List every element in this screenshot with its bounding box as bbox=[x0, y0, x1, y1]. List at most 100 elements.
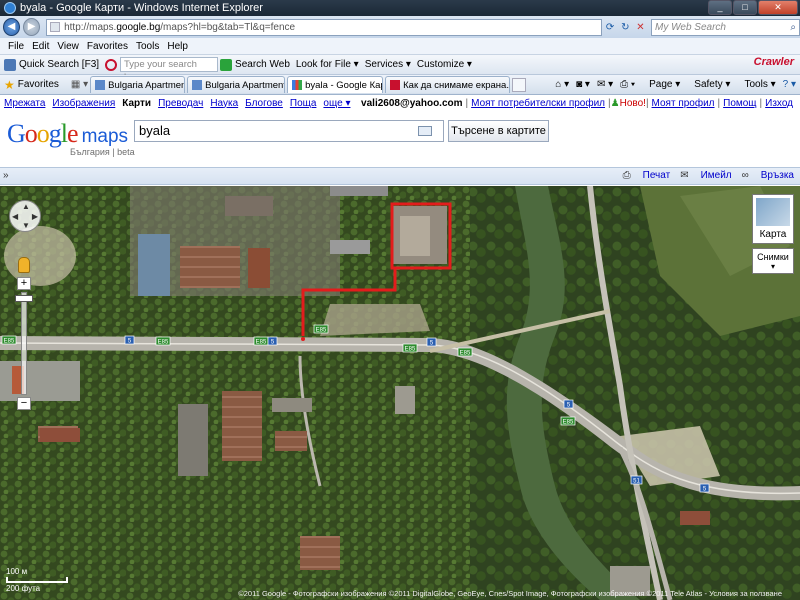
window-titlebar: byala - Google Карти - Windows Internet … bbox=[0, 0, 800, 16]
crawler-logo: Crawler bbox=[753, 56, 794, 68]
tab-bulgaria-apartments-2[interactable]: Bulgaria Apartments::Cont... bbox=[187, 76, 286, 93]
gbar-link-images[interactable]: Изображения bbox=[52, 98, 115, 109]
link-link[interactable]: ∞ Връзка bbox=[742, 170, 794, 181]
map-thumbnail bbox=[756, 198, 790, 226]
customize-button[interactable]: Customize ▾ bbox=[417, 59, 472, 70]
home-icon[interactable]: ⌂ ▾ bbox=[555, 79, 569, 90]
road-number-label: 5 bbox=[426, 337, 437, 347]
gbar-link-mail[interactable]: Поща bbox=[290, 98, 317, 109]
search-web-button[interactable]: Search Web bbox=[220, 58, 290, 71]
map-type-button[interactable]: Карта bbox=[752, 194, 794, 244]
help-icon[interactable]: ? ▾ bbox=[783, 79, 796, 90]
services-label: Services bbox=[364, 59, 404, 70]
favorites-button[interactable]: Favorites bbox=[18, 79, 59, 90]
tab-screenshot-article[interactable]: Как да снимаме екрана. /... bbox=[385, 76, 511, 93]
tools-menu[interactable]: Tools ▾ bbox=[737, 79, 775, 90]
my-profile-link[interactable]: Моят профил bbox=[652, 98, 715, 109]
toolbar-logo-icon bbox=[105, 58, 118, 71]
new-badge[interactable]: Ново! bbox=[620, 98, 646, 109]
print-icon[interactable]: ⎙ ▾ bbox=[620, 79, 635, 90]
search-web-icon bbox=[220, 58, 233, 71]
url-field[interactable]: http://maps. google.bg/maps?hl=bg&tab=Tl&… bbox=[46, 18, 602, 36]
menu-view[interactable]: View bbox=[57, 41, 79, 52]
route-e85-label: E85 bbox=[155, 336, 171, 346]
expand-panel-icon[interactable]: » bbox=[3, 170, 9, 181]
photos-button[interactable]: Снимки ▾ bbox=[752, 248, 794, 274]
street-view-pegman-icon[interactable] bbox=[18, 257, 30, 273]
print-link[interactable]: ⎙ Печат bbox=[623, 170, 671, 181]
safety-menu[interactable]: Safety ▾ bbox=[687, 79, 730, 90]
route-label-text: E85 bbox=[256, 340, 267, 346]
pan-down-icon[interactable]: ▼ bbox=[22, 221, 30, 230]
route-e85-label: E85 bbox=[457, 347, 473, 357]
satellite-map[interactable]: E85 E85 E85 E85 E85 E85 E85 5 5 5 5 5 51… bbox=[0, 186, 800, 600]
maps-search-input[interactable]: byala bbox=[134, 120, 444, 142]
search-icon[interactable]: ⌕ bbox=[790, 22, 796, 33]
tab-bulgaria-apartments-1[interactable]: Bulgaria Apartments::Cont... bbox=[90, 76, 186, 93]
pan-up-icon[interactable]: ▲ bbox=[22, 202, 30, 211]
url-prefix: http://maps. bbox=[64, 21, 117, 33]
tab-label: Как да снимаме екрана. /... bbox=[403, 79, 509, 91]
favorites-star-icon[interactable]: ★ bbox=[4, 78, 15, 92]
gbar-link-scholar[interactable]: Наука bbox=[210, 98, 238, 109]
compat-view-icon[interactable]: ⟳ bbox=[604, 20, 617, 35]
quick-search-button[interactable]: Quick Search [F3] bbox=[4, 58, 99, 71]
map-actions-bar: » ⎙ Печат ✉ Имейл ∞ Връзка bbox=[0, 167, 800, 185]
pan-control[interactable]: ▲ ▼ ◀ ▶ bbox=[9, 200, 41, 232]
maps-header: Google maps България | beta byala Търсене… bbox=[0, 111, 800, 167]
help-link[interactable]: Помощ bbox=[723, 98, 756, 109]
google-maps-logo[interactable]: Google maps bbox=[7, 119, 128, 149]
menu-help[interactable]: Help bbox=[167, 41, 188, 52]
menu-edit[interactable]: Edit bbox=[32, 41, 49, 52]
tab-label: byala - Google Карти bbox=[305, 79, 382, 91]
link-small-icon: ∞ bbox=[741, 170, 749, 181]
road-number-label: 5 bbox=[699, 483, 710, 493]
services-button[interactable]: Services ▾ bbox=[365, 59, 411, 70]
page-menu[interactable]: Page ▾ bbox=[642, 79, 680, 90]
gbar-link-blogs[interactable]: Блогове bbox=[245, 98, 283, 109]
minimize-button[interactable]: _ bbox=[708, 0, 732, 15]
menu-favorites[interactable]: Favorites bbox=[87, 41, 128, 52]
zoom-in-button[interactable]: + bbox=[17, 277, 31, 290]
window-title: byala - Google Карти - Windows Internet … bbox=[20, 2, 263, 14]
mail-icon[interactable]: ✉ ▾ bbox=[597, 79, 613, 90]
gbar-link-web[interactable]: Мрежата bbox=[4, 98, 45, 109]
email-small-icon: ✉ bbox=[680, 170, 689, 181]
pan-left-icon[interactable]: ◀ bbox=[12, 212, 18, 221]
route-e85-label: E85 bbox=[1, 335, 17, 345]
url-rest: /maps?hl=bg&tab=Tl&q=fence bbox=[160, 21, 296, 33]
my-account-link[interactable]: Моят потребителски профил bbox=[471, 98, 605, 109]
menu-tools[interactable]: Tools bbox=[136, 41, 159, 52]
maximize-button[interactable]: □ bbox=[733, 0, 757, 15]
feeds-icon[interactable]: ◙ ▾ bbox=[576, 79, 590, 90]
road-number-label: 5 bbox=[267, 336, 278, 346]
web-search-field[interactable]: My Web Search ⌕ bbox=[651, 18, 800, 36]
gbar-link-translate[interactable]: Преводач bbox=[158, 98, 203, 109]
keyboard-icon[interactable] bbox=[418, 126, 432, 136]
search-maps-button[interactable]: Търсене в картите bbox=[448, 120, 549, 142]
back-button[interactable]: ◀ bbox=[3, 18, 21, 36]
toolbar-search-input[interactable]: Type your search here... bbox=[120, 57, 219, 83]
look-for-file-button[interactable]: Look for File ▾ bbox=[296, 59, 359, 70]
quick-tabs-icon[interactable]: ▦ ▾ bbox=[71, 79, 88, 90]
menu-file[interactable]: File bbox=[8, 41, 24, 52]
route-e85-label: E85 bbox=[313, 324, 329, 334]
link-label: Връзка bbox=[760, 170, 794, 181]
pan-right-icon[interactable]: ▶ bbox=[32, 212, 38, 221]
sign-out-link[interactable]: Изход bbox=[765, 98, 793, 109]
separator: | bbox=[465, 97, 469, 109]
gbar-link-more[interactable]: още ▾ bbox=[323, 98, 350, 109]
new-tab-button[interactable] bbox=[512, 77, 527, 92]
zoom-slider-handle[interactable] bbox=[15, 295, 33, 302]
email-link[interactable]: ✉ Имейл bbox=[680, 170, 731, 181]
refresh-icon[interactable]: ↻ bbox=[619, 20, 632, 35]
map-copyright: ©2011 Google - Фотографски изображения ©… bbox=[238, 589, 782, 598]
zoom-out-button[interactable]: − bbox=[17, 397, 31, 410]
stop-icon[interactable]: ✕ bbox=[634, 20, 647, 35]
forward-button[interactable]: ▶ bbox=[23, 18, 41, 36]
zoom-slider-track[interactable] bbox=[21, 292, 27, 395]
user-email: vali2608@yahoo.com bbox=[361, 97, 463, 109]
close-button[interactable]: ✕ bbox=[758, 0, 798, 15]
tab-byala-google-maps[interactable]: byala - Google Карти ✕ bbox=[287, 76, 384, 93]
ie-logo-icon bbox=[4, 2, 16, 14]
